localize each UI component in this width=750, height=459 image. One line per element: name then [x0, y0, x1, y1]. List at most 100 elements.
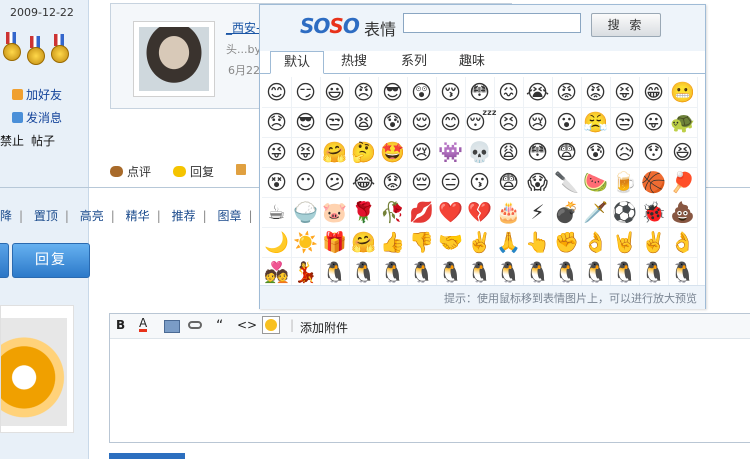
emoticon-cell[interactable]: 😩 [494, 137, 524, 168]
emoticon-cell[interactable]: 😟 [378, 167, 408, 198]
emoticon-cell[interactable]: 🏀 [639, 167, 669, 198]
emoticon-cell[interactable]: 😃 [320, 77, 350, 108]
emoticon-cell[interactable]: 😭 [523, 77, 553, 108]
emoticon-cell[interactable]: 🐧 [494, 257, 524, 288]
emoticon-cell[interactable]: 😂 [349, 167, 379, 198]
emoticon-cell[interactable]: 😫 [349, 107, 379, 138]
emoticon-cell[interactable]: 😳 [465, 77, 495, 108]
emoticon-cell[interactable]: 😢 [523, 107, 553, 138]
emoticon-cell[interactable]: 😜 [262, 137, 292, 168]
emoticon-cell[interactable]: ☕ [262, 197, 292, 228]
emoticon-cell[interactable]: 🍉 [581, 167, 611, 198]
search-button[interactable]: 搜 索 [591, 13, 661, 37]
emoticon-cell[interactable]: 🤝 [436, 227, 466, 258]
emoticon-cell[interactable]: 😕 [320, 167, 350, 198]
emoticon-cell[interactable]: 🌙 [262, 227, 292, 258]
emoticon-cell[interactable]: 😑 [436, 167, 466, 198]
emoticon-search-input[interactable] [403, 13, 581, 33]
link-icon[interactable] [188, 321, 202, 329]
post-username-link[interactable]: _西安- [226, 19, 260, 36]
quote-button[interactable]: “ [216, 318, 223, 334]
emoticon-cell[interactable]: 👎 [407, 227, 437, 258]
emoticon-cell[interactable]: ❤️ [436, 197, 466, 228]
emoticon-cell[interactable]: 😠 [349, 77, 379, 108]
emoticon-cell[interactable]: 👌 [581, 227, 611, 258]
review-button[interactable]: 点评 [110, 163, 151, 180]
emoticon-cell[interactable]: 😛 [639, 107, 669, 138]
emoticon-cell[interactable]: 😲 [407, 77, 437, 108]
emoticon-cell[interactable]: 👆 [523, 227, 553, 258]
emoticon-cell[interactable]: 😶 [291, 167, 321, 198]
emoticon-cell[interactable]: ⚡ [523, 197, 553, 228]
emoticon-cell[interactable]: 😨 [494, 167, 524, 198]
emoticon-cell[interactable]: 🐧 [668, 257, 698, 288]
emoticon-cell[interactable]: 😡 [552, 77, 582, 108]
emoticon-cell[interactable]: 🗡️ [581, 197, 611, 228]
reply-link[interactable]: 回复 [173, 163, 214, 180]
emoticon-cell[interactable]: 😊 [262, 77, 292, 108]
tab-fun[interactable]: 趣味 [448, 51, 496, 73]
user-avatar[interactable] [139, 27, 209, 91]
emoticon-cell[interactable]: 🐧 [639, 257, 669, 288]
bold-button[interactable]: B [116, 318, 125, 332]
emoticon-cell[interactable]: 😤 [581, 107, 611, 138]
emoticon-cell[interactable]: 😊 [436, 107, 466, 138]
add-friend-link[interactable]: 加好友 [12, 86, 62, 103]
emoticon-cell[interactable]: 😴 [465, 107, 497, 138]
emoticon-cell[interactable]: 😵 [262, 167, 292, 198]
emoticon-cell[interactable]: 🌹 [349, 197, 379, 228]
emoticon-cell[interactable]: 🐧 [552, 257, 582, 288]
edit-link[interactable] [236, 163, 250, 177]
emoticon-cell[interactable]: 😯 [639, 137, 669, 168]
emoticon-cell[interactable]: 😨 [552, 137, 582, 168]
emoticon-cell[interactable]: 🤩 [378, 137, 408, 168]
emoticon-cell[interactable]: 😁 [639, 77, 669, 108]
tab-series[interactable]: 系列 [390, 51, 438, 73]
emoticon-cell[interactable]: 🐧 [320, 257, 350, 288]
emoticon-cell[interactable]: 😬 [668, 77, 698, 108]
emoticon-cell[interactable]: 🐷 [320, 197, 350, 228]
emoticon-cell[interactable]: 😒 [610, 107, 640, 138]
emoticon-cell[interactable]: 🍺 [610, 167, 640, 198]
emoticon-cell[interactable]: 😌 [407, 107, 437, 138]
font-color-button[interactable]: A [139, 317, 148, 332]
emoticon-cell[interactable]: 🤘 [610, 227, 640, 258]
emoticon-cell[interactable]: 👾 [436, 137, 466, 168]
emoticon-cell[interactable]: 💩 [668, 197, 698, 228]
image-icon[interactable] [164, 320, 180, 333]
emoticon-cell[interactable]: 🍚 [291, 197, 321, 228]
emoticon-cell[interactable]: ☀️ [291, 227, 321, 258]
tab-default[interactable]: 默认 [270, 51, 324, 74]
emoticon-cell[interactable]: ✌️ [639, 227, 669, 258]
emoticon-cell[interactable]: ✌️ [465, 227, 495, 258]
emoticon-cell[interactable]: 🤗 [349, 227, 379, 258]
emoticon-cell[interactable]: ✊ [552, 227, 582, 258]
emoticon-cell[interactable]: 🔪 [552, 167, 582, 198]
emoticon-cell[interactable]: 💑 [262, 257, 292, 288]
emoticon-cell[interactable]: 👌 [668, 227, 698, 258]
emoticon-cell[interactable]: 😮 [552, 107, 582, 138]
emoticon-cell[interactable]: 😎 [291, 107, 321, 138]
send-message-link[interactable]: 发消息 [12, 109, 62, 126]
emoticon-cell[interactable]: 🤗 [320, 137, 350, 168]
mod-sticky[interactable]: 置顶 [34, 209, 58, 223]
emoticon-cell[interactable]: 🐧 [407, 257, 437, 288]
emoticon-cell[interactable]: 💋 [407, 197, 437, 228]
emoticon-cell[interactable]: 😱 [523, 167, 553, 198]
add-attachment-button[interactable]: 添加附件 [300, 319, 348, 336]
emoticon-cell[interactable]: 😗 [465, 167, 495, 198]
emoticon-cell[interactable]: 😢 [407, 137, 437, 168]
emoticon-cell[interactable]: 😏 [291, 77, 321, 108]
emoticon-cell[interactable]: 🐧 [581, 257, 611, 288]
emoticon-cell[interactable]: 😚 [436, 77, 466, 108]
submit-button[interactable] [109, 453, 185, 459]
posts-link[interactable]: 帖子 [31, 132, 55, 149]
mod-demote[interactable]: 降 [0, 209, 12, 223]
reply-button[interactable]: 回复 [12, 243, 90, 278]
emoticon-cell[interactable]: 💀 [465, 137, 495, 168]
emoticon-cell[interactable]: 😝 [291, 137, 321, 168]
reply-editor[interactable]: B A “ <> | 添加附件 [109, 313, 750, 443]
emoticon-cell[interactable]: 😖 [494, 77, 524, 108]
emoticon-cell[interactable]: 🐧 [610, 257, 640, 288]
emoticon-cell[interactable]: 💔 [465, 197, 495, 228]
